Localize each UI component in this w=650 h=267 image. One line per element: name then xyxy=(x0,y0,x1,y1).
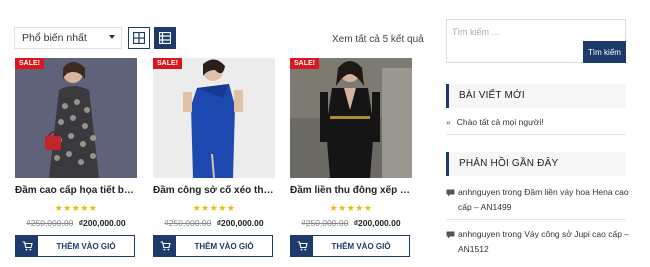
product-image[interactable]: SALE! xyxy=(153,58,275,178)
star-rating: ★★★★★ xyxy=(329,203,373,213)
grid-view-icon xyxy=(133,32,145,44)
product-title[interactable]: Đầm công sở cổ xéo thời trang xyxy=(153,185,275,196)
result-count: Xem tất cả 5 kết quả xyxy=(332,34,424,45)
old-price: ₫250,000.00 xyxy=(26,218,74,228)
sort-select-value: Phổ biến nhất xyxy=(22,32,87,44)
list-view-icon xyxy=(159,32,171,44)
old-price: ₫250,000.00 xyxy=(164,218,212,228)
sale-price: ₫200,000.00 xyxy=(353,218,401,228)
add-to-cart-label: THÊM VÀO GIỎ xyxy=(331,241,391,251)
search-input[interactable] xyxy=(452,24,582,40)
recent-post-link[interactable]: Chào tất cả mọi người! xyxy=(457,117,544,127)
angle-right-icon: » xyxy=(446,117,451,127)
sort-select[interactable]: Phổ biến nhất xyxy=(14,27,122,49)
recent-posts-title: BÀI VIẾT MỚI xyxy=(446,84,626,108)
comment-author-link[interactable]: anhnguyen xyxy=(458,229,500,239)
add-to-cart-button[interactable]: THÊM VÀO GIỎ xyxy=(153,235,273,257)
recent-comment-item: anhnguyen trong Váy công sở Jupi cao cấp… xyxy=(446,227,632,257)
sale-price: ₫200,000.00 xyxy=(216,218,264,228)
cart-icon xyxy=(154,236,176,256)
star-rating: ★★★★★ xyxy=(54,203,98,213)
old-price: ₫250,000.00 xyxy=(301,218,349,228)
sale-badge: SALE! xyxy=(153,58,182,69)
comment-connector: trong xyxy=(502,229,522,239)
star-rating: ★★★★★ xyxy=(192,203,236,213)
sale-price: ₫200,000.00 xyxy=(78,218,126,228)
price: ₫250,000.00 ₫200,000.00 xyxy=(290,218,412,228)
product-image[interactable]: SALE! xyxy=(290,58,412,178)
divider xyxy=(446,134,626,135)
sale-badge: SALE! xyxy=(15,58,44,69)
product-card: SALE! Đầm liền thu đông xếp tà fashion ★… xyxy=(290,58,412,257)
price: ₫250,000.00 ₫200,000.00 xyxy=(153,218,275,228)
cart-icon xyxy=(16,236,38,256)
list-view-button[interactable] xyxy=(154,27,176,49)
comment-author-link[interactable]: anhnguyen xyxy=(458,187,500,197)
comment-icon xyxy=(446,187,455,202)
shop-toolbar: Phổ biến nhất Xem tất cả 5 kết quả xyxy=(14,27,424,51)
add-to-cart-label: THÊM VÀO GIỎ xyxy=(194,241,254,251)
recent-post-item[interactable]: » Chào tất cả mọi người! xyxy=(446,117,626,127)
product-title[interactable]: Đầm cao cấp họa tiết bông lúa xyxy=(15,185,137,196)
recent-comments-title: PHẢN HỒI GẦN ĐÂY xyxy=(446,152,626,176)
recent-comment-item: anhnguyen trong Đầm liền váy hoa Hena ca… xyxy=(446,185,632,215)
product-card: SALE! Đầm công sở cổ xéo thời trang ★★★★… xyxy=(153,58,275,257)
add-to-cart-button[interactable]: THÊM VÀO GIỎ xyxy=(290,235,410,257)
product-title[interactable]: Đầm liền thu đông xếp tà fashion xyxy=(290,185,412,196)
cart-icon xyxy=(291,236,313,256)
chevron-down-icon xyxy=(109,35,115,39)
divider xyxy=(446,219,626,220)
search-widget: Tìm kiếm xyxy=(446,19,626,63)
add-to-cart-button[interactable]: THÊM VÀO GIỎ xyxy=(15,235,135,257)
price: ₫250,000.00 ₫200,000.00 xyxy=(15,218,137,228)
add-to-cart-label: THÊM VÀO GIỎ xyxy=(56,241,116,251)
grid-view-button[interactable] xyxy=(128,27,150,49)
comment-icon xyxy=(446,229,455,244)
product-image[interactable]: SALE! xyxy=(15,58,137,178)
sale-badge: SALE! xyxy=(290,58,319,69)
search-button[interactable]: Tìm kiếm xyxy=(583,41,626,63)
comment-connector: trong xyxy=(502,187,522,197)
product-card: SALE! Đầm cao cấp họa tiết bông lúa ★★★★… xyxy=(15,58,137,257)
